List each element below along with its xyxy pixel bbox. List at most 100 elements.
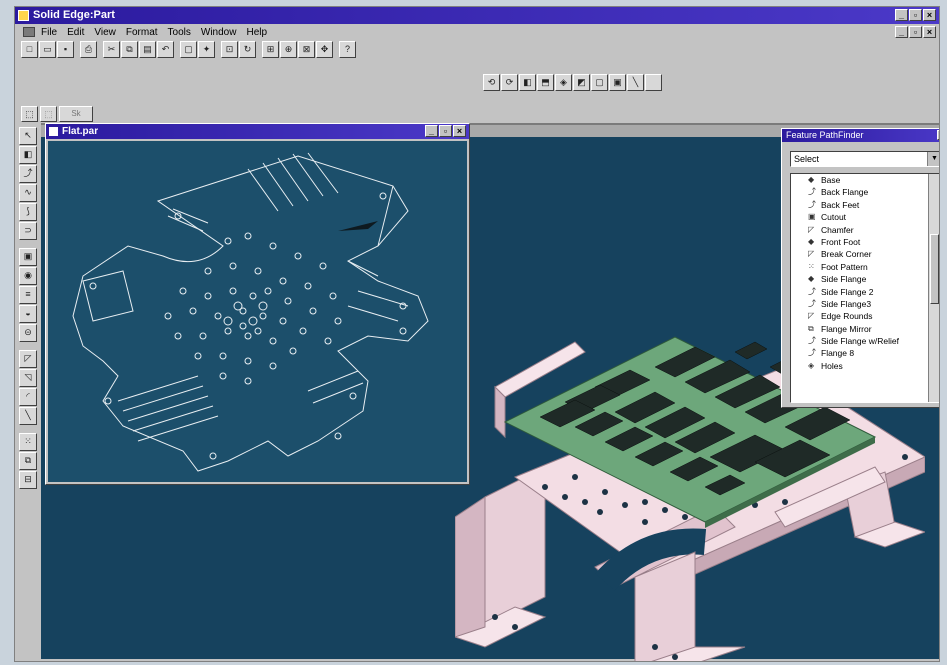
feature-list-item[interactable]: ⤴ Back Flange — [791, 186, 939, 198]
feature-list-item[interactable]: ⁙ Foot Pattern — [791, 261, 939, 273]
menu-format[interactable]: Format — [126, 27, 158, 38]
feature-list-item[interactable]: ◆ Base — [791, 174, 939, 186]
scrollbar-thumb[interactable] — [930, 234, 939, 304]
flat-pattern-canvas[interactable] — [48, 141, 467, 482]
bead-tool-icon[interactable]: ⊝ — [19, 324, 37, 342]
document-icon[interactable] — [23, 27, 35, 37]
pattern-tool-icon[interactable]: ⁙ — [19, 433, 37, 451]
feature-list-item[interactable]: ◈ Holes — [791, 360, 939, 372]
chamfer-tool-icon[interactable]: ◹ — [19, 369, 37, 387]
feature-list-item[interactable]: ▣ Cutout — [791, 211, 939, 223]
hem-tool-icon[interactable]: ⊃ — [19, 222, 37, 240]
flat-window-titlebar[interactable]: Flat.par _ ▫ × — [46, 124, 469, 139]
pathfinder-select-dropdown[interactable]: Select ▼ — [790, 151, 939, 167]
pan-icon[interactable]: ✥ — [316, 41, 333, 58]
feature-list-scrollbar[interactable] — [928, 174, 939, 402]
print-icon[interactable]: ⎙ — [80, 41, 97, 58]
menu-tools[interactable]: Tools — [168, 27, 191, 38]
corner-tool-icon[interactable]: ◸ — [19, 350, 37, 368]
contour-tool-icon[interactable]: ∿ — [19, 184, 37, 202]
round-tool-icon[interactable]: ◜ — [19, 388, 37, 406]
doc-maximize-button[interactable]: ▫ — [909, 26, 922, 38]
feature-list-item[interactable]: ⤴ Back Feet — [791, 199, 939, 211]
flange-icon: ⤴ — [808, 336, 816, 346]
new-icon[interactable]: □ — [21, 41, 38, 58]
pathfinder-titlebar[interactable]: Feature PathFinder × — [782, 129, 939, 142]
undo-icon[interactable]: ↶ — [157, 41, 174, 58]
zoom-icon[interactable]: ⊕ — [280, 41, 297, 58]
flat-maximize-button[interactable]: ▫ — [439, 125, 452, 137]
break-tool-icon[interactable]: ╲ — [19, 407, 37, 425]
flat-close-button[interactable]: × — [453, 125, 466, 137]
feature-list-item[interactable]: ⤴ Side Flange 2 — [791, 286, 939, 298]
menu-edit[interactable]: Edit — [67, 27, 84, 38]
blank-icon[interactable] — [645, 74, 662, 91]
feature-list-item[interactable]: ◆ Side Flange — [791, 273, 939, 285]
link-icon[interactable]: ⊡ — [221, 41, 238, 58]
help-icon[interactable]: ? — [339, 41, 356, 58]
lofted-tool-icon[interactable]: ⟆ — [19, 203, 37, 221]
dimple-tool-icon[interactable]: ◒ — [19, 305, 37, 323]
menu-view[interactable]: View — [94, 27, 116, 38]
doc-close-button[interactable]: × — [923, 26, 936, 38]
hidden-icon[interactable]: ▣ — [609, 74, 626, 91]
shade-icon[interactable]: ◩ — [573, 74, 590, 91]
view-iso-icon[interactable]: ◈ — [555, 74, 572, 91]
view-top-icon[interactable]: ⬒ — [537, 74, 554, 91]
menu-file[interactable]: File — [41, 27, 57, 38]
flange-tool-icon[interactable]: ⤴ — [19, 165, 37, 183]
feature-list-item[interactable]: ◸ Break Corner — [791, 248, 939, 260]
chevron-down-icon[interactable]: ▼ — [927, 152, 939, 166]
edge-icon[interactable]: ╲ — [627, 74, 644, 91]
copy-icon[interactable]: ⧉ — [121, 41, 138, 58]
flange-icon: ⤴ — [808, 187, 816, 197]
feature-tab-icon[interactable]: ⬚ — [40, 106, 57, 122]
unbend-tool-icon[interactable]: ⊟ — [19, 471, 37, 489]
cut-icon[interactable]: ✂ — [103, 41, 120, 58]
flat-minimize-button[interactable]: _ — [425, 125, 438, 137]
feature-list-item[interactable]: ⤴ Side Flange3 — [791, 298, 939, 310]
hole-icon: ◈ — [808, 360, 815, 370]
view-front-icon[interactable]: ◧ — [519, 74, 536, 91]
rotate-icon[interactable]: ⟲ — [483, 74, 500, 91]
menu-window[interactable]: Window — [201, 27, 237, 38]
refresh-icon[interactable]: ↻ — [239, 41, 256, 58]
cutout-tool-icon[interactable]: ▣ — [19, 248, 37, 266]
pathfinder-title: Feature PathFinder — [786, 130, 864, 140]
title-bar[interactable]: Solid Edge:Part _ ▫ × — [15, 7, 939, 24]
menu-help[interactable]: Help — [246, 27, 267, 38]
fit-icon[interactable]: ⊠ — [298, 41, 315, 58]
zoom-area-icon[interactable]: ⊞ — [262, 41, 279, 58]
paste-icon[interactable]: ▤ — [139, 41, 156, 58]
spin-icon[interactable]: ⟳ — [501, 74, 518, 91]
feature-list[interactable]: ◆ Base ⤴ Back Flange ⤴ Back Feet ▣ Cutout ◸ Chamf… — [790, 173, 939, 403]
doc-minimize-button[interactable]: _ — [895, 26, 908, 38]
feature-list-item[interactable]: ⤴ Side Flange w/Relief — [791, 335, 939, 347]
feature-list-item[interactable]: ⧉ Flange Mirror — [791, 323, 939, 335]
tab-tool-icon[interactable]: ◧ — [19, 146, 37, 164]
feature-pathfinder-panel[interactable]: Feature PathFinder × Select ▼ ◆ Base ⤴ Back… — [781, 128, 939, 408]
sketch-tab[interactable]: Sk — [59, 106, 93, 122]
open-icon[interactable]: ▭ — [39, 41, 56, 58]
feature-list-item[interactable]: ◸ Chamfer — [791, 224, 939, 236]
louver-tool-icon[interactable]: ≡ — [19, 286, 37, 304]
feature-list-item[interactable]: ◆ Front Foot — [791, 236, 939, 248]
feature-label: Side Flange — [821, 274, 867, 285]
maximize-button[interactable]: ▫ — [909, 9, 922, 21]
part-tab-icon[interactable]: ⬚ — [21, 106, 38, 122]
flat-pattern-window[interactable]: Flat.par _ ▫ × — [45, 123, 470, 485]
feature-list-item[interactable]: ⤴ Flange 8 — [791, 347, 939, 359]
app-window: Solid Edge:Part _ ▫ × File Edit View For… — [14, 6, 940, 662]
save-icon[interactable]: ▪ — [57, 41, 74, 58]
pathfinder-close-button[interactable]: × — [937, 130, 939, 140]
feature-list-item[interactable]: ◸ Edge Rounds — [791, 310, 939, 322]
wire-icon[interactable]: ▢ — [591, 74, 608, 91]
minimize-button[interactable]: _ — [895, 9, 908, 21]
select-tool-icon[interactable]: ↖ — [19, 127, 37, 145]
close-button[interactable]: × — [923, 9, 936, 21]
select-icon[interactable]: ▢ — [180, 41, 197, 58]
highlight-icon[interactable]: ✦ — [198, 41, 215, 58]
corner-icon: ◸ — [808, 249, 815, 259]
mirror-tool-icon[interactable]: ⧉ — [19, 452, 37, 470]
hole-tool-icon[interactable]: ◉ — [19, 267, 37, 285]
